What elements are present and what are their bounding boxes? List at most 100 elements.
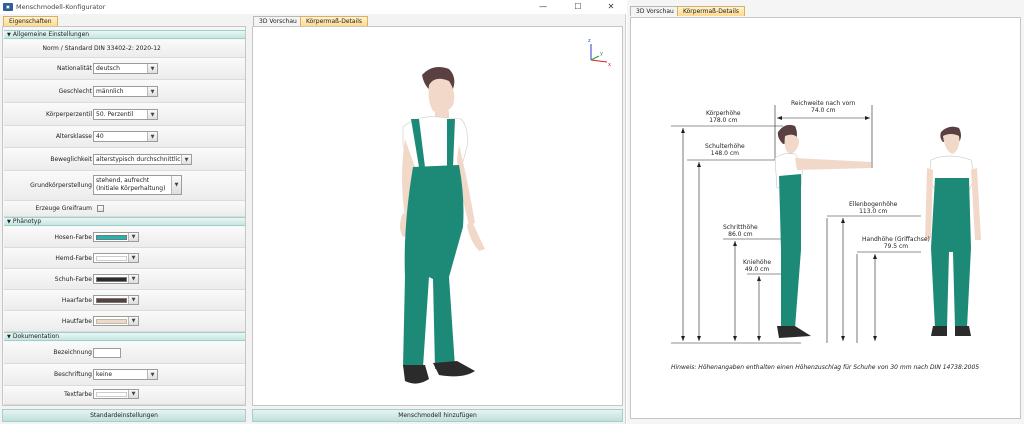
defaults-button[interactable]: Standardeinstellungen	[2, 409, 246, 422]
row-mobility: Beweglichkeit alterstypisch durchschnitt…	[4, 148, 245, 171]
hair-color-label: Haarfarbe	[61, 297, 92, 304]
skin-color-picker[interactable]: ▼	[93, 316, 139, 326]
axis-gizmo-icon	[590, 44, 608, 63]
reach-label: Erzeuge Greifraum	[35, 205, 92, 212]
chevron-down-icon: ▼	[147, 370, 157, 379]
chevron-down-icon: ▼	[128, 296, 138, 304]
title-bar: ▣ Menschmodell-Konfigurator — ☐ ✕	[0, 0, 626, 14]
row-pants-color: Hosen-Farbe ▼	[4, 227, 245, 248]
section-general[interactable]: ▼ Allgemeine Einstellungen	[4, 30, 245, 39]
front-view-figure	[925, 126, 981, 336]
tab-3d-preview[interactable]: 3D Vorschau	[253, 16, 303, 26]
color-swatch	[96, 319, 127, 324]
tab-3d-preview-secondary[interactable]: 3D Vorschau	[630, 6, 680, 16]
norm-label: Norm / Standard	[42, 45, 93, 52]
name-input[interactable]	[93, 348, 121, 358]
chevron-down-icon: ▼	[128, 233, 138, 241]
hand-height-label: Handhöhe (Griffachse) 79.5 cm	[862, 236, 930, 250]
gender-label: Geschlecht	[58, 88, 92, 95]
preview-viewport[interactable]: x y z	[252, 26, 623, 406]
human-model-3d: x y z	[400, 38, 611, 384]
shirt-color-label: Hemd-Farbe	[55, 255, 92, 262]
caption-select[interactable]: keine ▼	[93, 369, 158, 380]
chevron-down-icon: ▼	[147, 110, 157, 119]
reach-checkbox[interactable]	[97, 205, 104, 212]
row-shirt-color: Hemd-Farbe ▼	[4, 248, 245, 269]
forward-reach-label: Reichweite nach vorn 74.0 cm	[791, 100, 856, 114]
knee-height-label: Kniehöhe 49.0 cm	[743, 259, 772, 273]
row-nationality: Nationalität deutsch ▼	[4, 58, 245, 80]
row-posture: Grundkörperstellung stehend, aufrecht (I…	[4, 171, 245, 201]
shirt-color-picker[interactable]: ▼	[93, 253, 139, 263]
add-model-button[interactable]: Menschmodell hinzufügen	[252, 409, 623, 422]
crotch-height-label: Schritthöhe 86.0 cm	[723, 224, 758, 238]
row-skin-color: Hautfarbe ▼	[4, 311, 245, 332]
percentile-select[interactable]: 50. Perzentil ▼	[93, 109, 158, 120]
row-percentile: Körperperzentil 50. Perzentil ▼	[4, 103, 245, 126]
app-icon: ▣	[3, 3, 13, 11]
row-text-color: Textfarbe ▼	[4, 386, 245, 405]
text-color-picker[interactable]: ▼	[93, 389, 139, 399]
axis-x-label: x	[608, 62, 611, 68]
nationality-label: Nationalität	[56, 65, 92, 72]
skin-color-label: Hautfarbe	[61, 318, 92, 325]
section-documentation[interactable]: ▼ Dokumentation	[4, 332, 245, 341]
posture-select[interactable]: stehend, aufrecht (Initiale Körperhaltun…	[93, 175, 182, 195]
row-norm: Norm / Standard DIN 33402-2: 2020-12	[4, 40, 245, 58]
chevron-down-icon: ▼	[128, 317, 138, 325]
chevron-down-icon: ▼	[171, 176, 181, 194]
name-label: Bezeichnung	[53, 349, 92, 356]
main-window: ▣ Menschmodell-Konfigurator — ☐ ✕ Eigens…	[0, 0, 626, 424]
elbow-height-label: Ellenbogenhöhe 113.0 cm	[849, 201, 898, 215]
color-swatch	[96, 298, 127, 303]
shoe-color-picker[interactable]: ▼	[93, 274, 139, 284]
body-height-label: Körperhöhe 178.0 cm	[706, 110, 741, 124]
color-swatch	[96, 256, 127, 261]
chevron-down-icon: ▼	[128, 275, 138, 283]
axis-y-label: y	[600, 51, 603, 57]
collapse-caret-icon: ▼	[7, 32, 11, 38]
collapse-caret-icon: ▼	[7, 334, 11, 340]
details-window: 3D Vorschau Körpermaß-Details Körperhöhe…	[627, 0, 1024, 424]
chevron-down-icon: ▼	[147, 132, 157, 141]
gender-select[interactable]: männlich ▼	[93, 86, 158, 97]
chevron-down-icon: ▼	[147, 64, 157, 73]
mobility-label: Beweglichkeit	[50, 156, 92, 163]
side-view-figure	[774, 124, 871, 338]
row-age: Altersklasse 40 ▼	[4, 126, 245, 148]
body-dimensions-panel: Körperhöhe 178.0 cm Schulterhöhe 148.0 c…	[630, 17, 1021, 419]
footnote-hint: Hinweis: Höhenangaben enthalten einen Hö…	[671, 364, 980, 371]
collapse-caret-icon: ▼	[7, 219, 11, 225]
norm-value: DIN 33402-2: 2020-12	[94, 45, 161, 52]
mobility-select[interactable]: alterstypisch durchschnittlich ▼	[93, 154, 192, 165]
tab-body-details-secondary[interactable]: Körpermaß-Details	[677, 6, 746, 16]
maximize-button[interactable]: ☐	[567, 1, 589, 13]
shoe-color-label: Schuh-Farbe	[54, 276, 92, 283]
shoulder-height-label: Schulterhöhe 148.0 cm	[705, 143, 745, 157]
human-figure	[400, 67, 485, 384]
row-gender: Geschlecht männlich ▼	[4, 80, 245, 103]
tab-body-details[interactable]: Körpermaß-Details	[300, 16, 369, 26]
color-swatch	[96, 235, 127, 240]
minimize-button[interactable]: —	[532, 1, 554, 13]
color-swatch	[96, 392, 127, 397]
text-color-label: Textfarbe	[64, 391, 92, 398]
chevron-down-icon: ▼	[128, 390, 138, 398]
caption-label: Beschriftung	[54, 371, 92, 378]
age-label: Altersklasse	[55, 133, 92, 140]
section-phenotype[interactable]: ▼ Phänotyp	[4, 217, 245, 226]
window-title: Menschmodell-Konfigurator	[16, 3, 106, 11]
chevron-down-icon: ▼	[128, 254, 138, 262]
close-button[interactable]: ✕	[600, 1, 622, 13]
properties-panel: ▼ Allgemeine Einstellungen Norm / Standar…	[2, 26, 246, 406]
tab-properties[interactable]: Eigenschaften	[3, 16, 58, 26]
row-caption: Beschriftung keine ▼	[4, 364, 245, 386]
row-reach: Erzeuge Greifraum	[4, 201, 245, 217]
pants-color-picker[interactable]: ▼	[93, 232, 139, 242]
age-select[interactable]: 40 ▼	[93, 131, 158, 142]
row-shoe-color: Schuh-Farbe ▼	[4, 269, 245, 290]
posture-label: Grundkörperstellung	[30, 182, 92, 189]
color-swatch	[96, 277, 127, 282]
hair-color-picker[interactable]: ▼	[93, 295, 139, 305]
nationality-select[interactable]: deutsch ▼	[93, 63, 158, 74]
